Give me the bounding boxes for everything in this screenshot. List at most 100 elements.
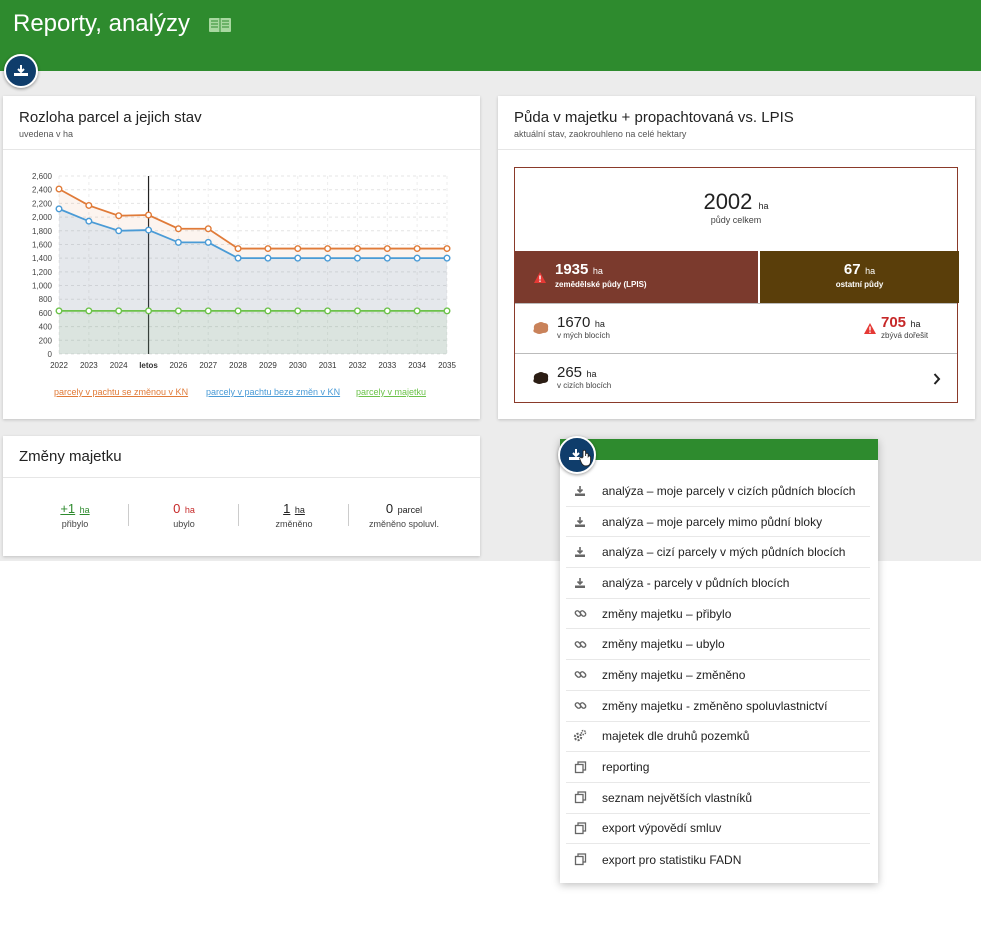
y-tick-label: 1,200 [32, 268, 53, 277]
menu-item[interactable]: analýza – moje parcely mimo půdní bloky [566, 507, 870, 538]
other-value: 67 [843, 261, 861, 278]
menu-item[interactable]: změny majetku – ubylo [566, 629, 870, 661]
x-tick-label: 2022 [50, 361, 68, 370]
x-tick-label: 2027 [199, 361, 217, 370]
series-point [85, 307, 93, 315]
stat-changed[interactable]: 1 ha změněno [239, 500, 349, 529]
y-tick-label: 1,600 [32, 240, 53, 249]
series-area [59, 310, 447, 354]
copy-icon [572, 852, 588, 868]
warning-icon [864, 323, 876, 334]
menu-item-label: seznam největších vlastníků [602, 790, 753, 805]
own-blocks-label: v mých blocích [557, 331, 610, 340]
stat-added-label: přibylo [61, 519, 89, 529]
menu-item[interactable]: export výpovědí smluv [566, 814, 870, 845]
x-tick-label: 2031 [319, 361, 337, 370]
export-fab-button[interactable] [4, 54, 38, 88]
series-point [443, 245, 451, 253]
own-blocks-value: 1670 [557, 314, 591, 331]
stat-changed-unit: ha [294, 505, 305, 515]
divider [515, 303, 957, 304]
menu-item[interactable]: změny majetku - změněno spoluvlastnictví [566, 691, 870, 722]
legend-item-owned[interactable]: parcely v majetku [356, 387, 426, 397]
y-tick-label: 2,600 [32, 172, 53, 181]
menu-item-label: analýza – moje parcely mimo půdní bloky [602, 514, 823, 529]
series-point [353, 307, 361, 315]
series-point [264, 307, 272, 315]
menu-item-label: změny majetku – změněno [602, 667, 746, 682]
series-point [55, 307, 63, 315]
menu-item[interactable]: analýza - parcely v půdních blocích [566, 568, 870, 599]
series-point [413, 254, 421, 262]
menu-item[interactable]: reporting [566, 752, 870, 783]
lpis-value: 1935 [555, 261, 589, 278]
parcels-line-chart: 0 200 400 600 800 1,000 1,200 1,400 1,600 1,800 2,… [32, 172, 456, 370]
series-point [174, 307, 182, 315]
stat-co-ownership-changed: 0 parcel změněno spoluvl. [349, 500, 459, 529]
card-subtitle: uvedena v ha [19, 129, 74, 139]
warning-icon [534, 272, 546, 283]
download-icon [572, 483, 588, 499]
x-tick-label: 2033 [378, 361, 396, 370]
menu-item[interactable]: změny majetku – změněno [566, 660, 870, 691]
y-tick-label: 200 [39, 336, 53, 345]
menu-item-label: export pro statistiku FADN [602, 852, 742, 867]
y-tick-label: 2,200 [32, 199, 53, 208]
header-bar: Reporty, analýzy [0, 0, 981, 71]
x-tick-label: 2029 [259, 361, 277, 370]
menu-item[interactable]: změny majetku – přibylo [566, 599, 870, 630]
export-menu-fab-button[interactable] [558, 436, 596, 474]
stat-removed-unit: ha [184, 505, 195, 515]
series-point [174, 238, 182, 246]
series-point [353, 245, 361, 253]
y-tick-label: 1,800 [32, 227, 53, 236]
legend-item-unchanged-kn[interactable]: parcely v pachtu beze změn v KN [206, 387, 340, 397]
total-unit: ha [758, 201, 769, 211]
hand-cursor-icon [579, 449, 592, 467]
other-label: ostatní půdy [835, 280, 884, 289]
menu-header [560, 439, 878, 460]
y-tick-label: 0 [48, 350, 53, 359]
legend-item-changed-kn[interactable]: parcely v pachtu se změnou v KN [54, 387, 188, 397]
stat-coown-unit: parcel [397, 505, 423, 515]
stat-changed-label: změněno [275, 519, 313, 529]
series-point [115, 307, 123, 315]
download-icon [572, 544, 588, 560]
x-tick-label: 2032 [349, 361, 367, 370]
gears-icon [572, 728, 588, 744]
x-tick-label: 2030 [289, 361, 307, 370]
remaining-link[interactable]: 705 ha [881, 314, 921, 332]
series-point [204, 225, 212, 233]
y-tick-label: 2,000 [32, 213, 53, 222]
menu-item[interactable]: analýza – cizí parcely v mých půdních bl… [566, 537, 870, 569]
stat-coown-label: změněno spoluvl. [368, 519, 440, 529]
link-icon [572, 667, 588, 683]
series-point [145, 211, 153, 219]
series-point [55, 205, 63, 213]
foreign-blocks-unit: ha [586, 369, 597, 379]
stat-added[interactable]: +1 ha přibylo [20, 500, 130, 529]
menu-item[interactable]: majetek dle druhů pozemků [566, 722, 870, 753]
remaining-label: zbývá dořešit [881, 331, 929, 340]
copy-icon [572, 759, 588, 775]
stat-coown-value: 0 [385, 501, 394, 516]
menu-item-label: export výpovědí smluv [602, 821, 722, 836]
menu-item-label: analýza - parcely v půdních blocích [602, 575, 790, 590]
other-unit: ha [865, 266, 876, 276]
series-point [383, 245, 391, 253]
chevron-right-icon[interactable] [933, 373, 941, 385]
menu-item[interactable]: seznam největších vlastníků [566, 783, 870, 814]
foreign-blocks-value: 265 [557, 364, 583, 381]
y-tick-label: 400 [39, 323, 53, 332]
card-title: Půda v majetku + propachtovaná vs. LPIS [514, 109, 794, 126]
soil-other-tile[interactable]: 67 ha ostatní půdy [760, 251, 959, 303]
soil-lpis-tile[interactable]: 1935 ha zemědělské půdy (LPIS) [515, 251, 758, 303]
total-value: 2002 [703, 189, 753, 214]
series-point [264, 254, 272, 262]
book-icon[interactable] [208, 16, 232, 34]
menu-item[interactable]: analýza – moje parcely v cizích půdních … [566, 476, 870, 507]
remaining-unit: ha [910, 319, 921, 329]
card-subtitle: aktuální stav, zaokrouhleno na celé hekt… [514, 129, 687, 139]
series-point [353, 254, 361, 262]
menu-item[interactable]: export pro statistiku FADN [566, 844, 870, 875]
